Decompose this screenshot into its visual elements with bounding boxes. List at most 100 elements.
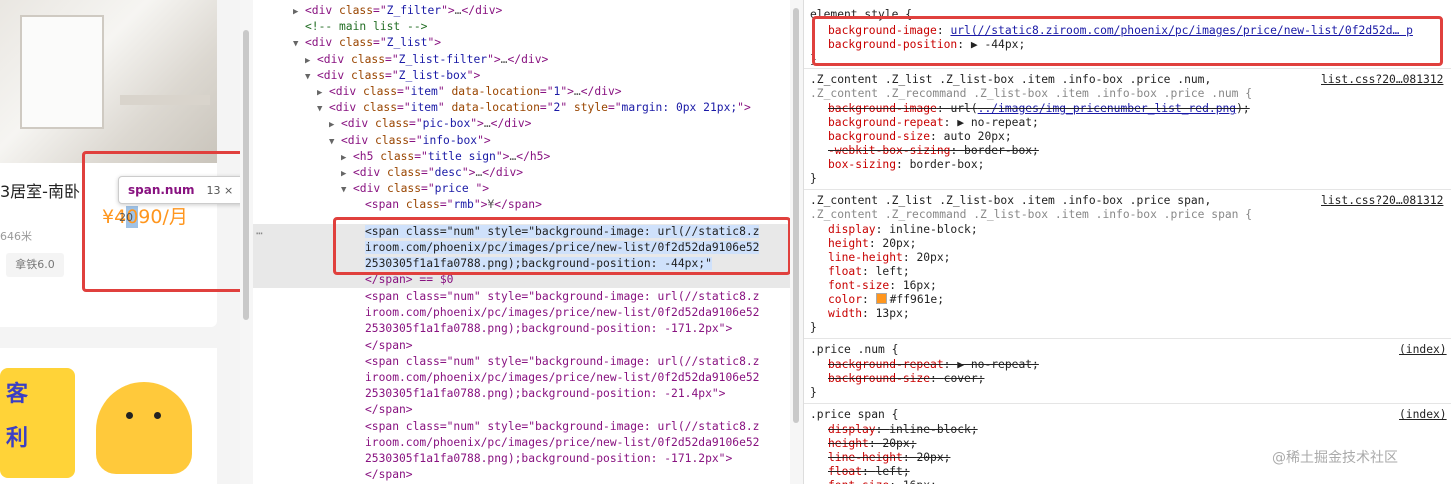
rule-separator — [804, 189, 1451, 190]
token: " — [560, 101, 574, 115]
dom-node[interactable]: ▼ <div class="Z_list"> — [293, 35, 441, 51]
image-url-link[interactable]: ../images/img_pricenumber_list_red.png — [978, 102, 1236, 115]
dom-node[interactable]: ▶ <div class="pic-box">…</div> — [329, 116, 531, 132]
token: "> — [441, 4, 455, 17]
token: =" — [539, 101, 554, 115]
distance-text: 646米 — [0, 230, 32, 243]
scrollbar-thumb[interactable] — [243, 30, 249, 320]
property-name: background-repeat — [828, 116, 944, 129]
property-value: #ff961e; — [889, 293, 945, 306]
dom-node[interactable]: 2530305f1a1fa0788.png);background-positi… — [365, 386, 725, 402]
promo-banner[interactable]: 客 利 — [0, 368, 75, 478]
token: desc — [434, 166, 462, 179]
token: <h5 — [353, 149, 381, 163]
room-photo[interactable] — [0, 0, 217, 163]
elements-scrollbar[interactable] — [790, 0, 803, 484]
css-declaration[interactable]: font-size: 16px; — [828, 478, 937, 484]
token: "> — [477, 133, 491, 147]
token: </div> — [490, 117, 532, 131]
token: =" — [385, 68, 399, 82]
css-declaration[interactable]: width: 13px; — [828, 306, 910, 322]
dom-node[interactable]: ▶ <div class="Z_list-filter">…</div> — [305, 52, 548, 68]
collapse-arrow-icon[interactable]: ▶ — [329, 117, 341, 133]
token: "> — [473, 198, 488, 212]
dom-node[interactable]: <span class="num" style="background-imag… — [365, 289, 759, 305]
expand-arrow-icon[interactable]: ▼ — [329, 134, 341, 150]
token: "> — [487, 52, 501, 66]
collapse-arrow-icon[interactable]: ▶ — [317, 85, 329, 101]
dom-node[interactable]: ▼ <div class="info-box"> — [329, 133, 491, 149]
room-title[interactable]: 3居室-南卧 — [0, 178, 80, 202]
property-name: line-height — [828, 251, 903, 264]
styles-panel[interactable]: element.style { background-image: url(//… — [804, 0, 1451, 484]
token: "> — [461, 166, 476, 179]
color-swatch-icon[interactable] — [875, 293, 887, 304]
expand-arrow-icon[interactable]: ▼ — [293, 36, 305, 52]
expand-arrow-icon[interactable]: ▼ — [305, 69, 317, 85]
dom-node[interactable]: <!-- main list --> — [293, 19, 427, 35]
property-value: inline-block; — [889, 223, 978, 236]
dom-node[interactable]: ▼ <div class="item" data-location="2" sty… — [317, 100, 751, 116]
dom-node[interactable]: </span> — [365, 338, 413, 354]
rule2-source-link[interactable]: list.css?20…081312 — [1321, 193, 1443, 209]
token: <div — [353, 166, 388, 179]
scrollbar-thumb[interactable] — [793, 8, 799, 423]
bear-eye — [126, 412, 133, 419]
token: </div> — [580, 85, 622, 98]
token: "> — [737, 101, 751, 115]
dom-node[interactable]: ▼ <div class="Z_list-box"> — [305, 68, 480, 84]
property-name: float — [828, 465, 863, 478]
dom-node[interactable]: 2530305f1a1fa0788.png);background-positi… — [365, 321, 732, 337]
property-name: box-sizing — [828, 158, 897, 171]
dom-node[interactable]: <span class="rmb">¥</span> — [353, 197, 542, 213]
collapse-arrow-icon[interactable]: ▶ — [341, 166, 353, 182]
rule3-source-link[interactable]: (index) — [1399, 342, 1447, 358]
dom-node[interactable]: ▶ <h5 class="title sign">…</h5> — [341, 149, 550, 165]
token: =" — [414, 149, 428, 163]
expand-arrow-icon[interactable]: ▼ — [341, 182, 353, 198]
collapse-arrow-icon[interactable]: ▶ — [305, 53, 317, 69]
dom-node[interactable]: <span class="num" style="background-imag… — [365, 354, 759, 370]
expand-arrow-icon[interactable]: ▼ — [317, 101, 329, 117]
dom-node[interactable]: 2530305f1a1fa0788.png);background-positi… — [365, 451, 732, 467]
property-name: width — [828, 307, 863, 320]
token: class — [351, 68, 386, 82]
token: Z_list — [386, 36, 428, 50]
preview-scrollbar[interactable] — [240, 0, 253, 484]
token: rmb — [453, 198, 474, 212]
dom-node[interactable]: <span class="num" style="background-imag… — [365, 419, 759, 435]
token: class — [339, 4, 374, 17]
css-declaration[interactable]: box-sizing: border-box; — [828, 157, 984, 173]
dom-node[interactable]: iroom.com/phoenix/pc/images/price/new-li… — [365, 305, 759, 321]
token: class — [363, 101, 398, 115]
closing-brace: } — [810, 321, 817, 334]
token: </div> — [461, 4, 503, 17]
css-declaration[interactable]: background-size: cover; — [828, 371, 984, 387]
dom-node[interactable]: ▶ <div class="Z_filter">…</div> — [293, 3, 502, 19]
dom-node[interactable]: ▶ <div class="desc">…</div> — [341, 165, 523, 181]
dom-node[interactable]: ▼ <div class="price "> — [341, 181, 489, 197]
token: " — [437, 101, 452, 115]
dom-node[interactable]: </span> — [365, 402, 413, 418]
node-ellipsis-icon[interactable]: ⋯ — [256, 226, 263, 242]
rule2-selector2[interactable]: .Z_content .Z_recommand .Z_list-box .ite… — [810, 207, 1252, 223]
token: class — [380, 149, 415, 163]
dom-node[interactable]: iroom.com/phoenix/pc/images/price/new-li… — [365, 435, 759, 451]
dom-node[interactable]: </span> — [365, 467, 413, 483]
rule-separator — [804, 68, 1451, 69]
tag-badge: 拿铁6.0 — [6, 253, 64, 277]
token: <div — [353, 182, 388, 196]
rule4-source-link[interactable]: (index) — [1399, 407, 1447, 423]
rule3-selector[interactable]: .price .num { — [810, 342, 898, 358]
rule1-selector2[interactable]: .Z_content .Z_recommand .Z_list-box .ite… — [810, 86, 1252, 102]
watermark: @稀土掘金技术社区 — [1272, 450, 1398, 466]
dom-node[interactable]: ▶ <div class="item" data-location="1">…</… — [317, 84, 622, 100]
token: Z_filter — [386, 4, 442, 17]
rule1-source-link[interactable]: list.css?20…081312 — [1321, 72, 1443, 88]
collapse-arrow-icon[interactable]: ▶ — [293, 4, 305, 20]
dom-node[interactable]: iroom.com/phoenix/pc/images/price/new-li… — [365, 370, 759, 386]
rule4-selector[interactable]: .price span { — [810, 407, 898, 423]
collapse-arrow-icon[interactable]: ▶ — [341, 150, 353, 166]
token: class — [339, 36, 374, 50]
token: class — [387, 166, 422, 179]
